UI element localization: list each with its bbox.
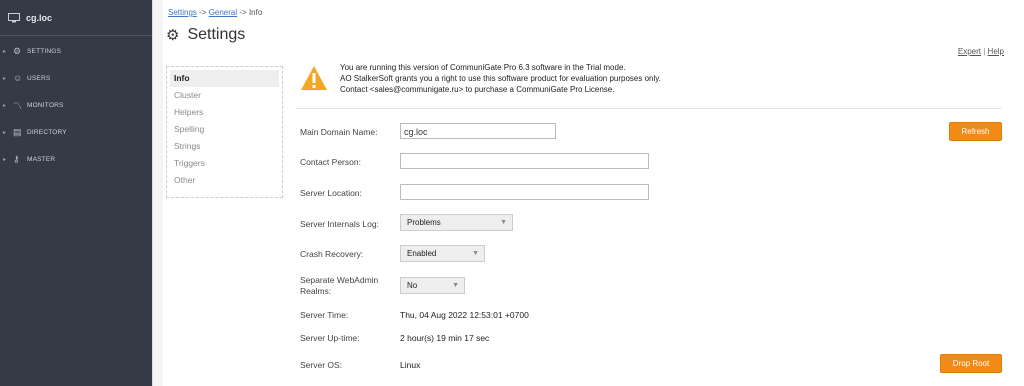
breadcrumb-general-link[interactable]: General xyxy=(209,8,237,17)
drop-root-button[interactable]: Drop Root xyxy=(940,354,1002,373)
tab-helpers[interactable]: Helpers xyxy=(167,104,282,121)
contact-person-label: Contact Person: xyxy=(300,157,361,167)
sidebar-host[interactable]: cg.loc xyxy=(0,0,152,36)
chevron-right-icon: ▸ xyxy=(3,75,7,82)
main-domain-label: Main Domain Name: xyxy=(300,127,378,137)
main-domain-input[interactable]: cg.loc xyxy=(400,123,556,139)
tab-other[interactable]: Other xyxy=(167,172,282,189)
sidebar-host-label: cg.loc xyxy=(26,12,53,23)
directory-icon: ▤ xyxy=(13,126,22,137)
sidebar-item-label: USERS xyxy=(27,74,51,82)
internals-log-label: Server Internals Log: xyxy=(300,219,379,229)
main-content: Settings -> General -> Info ⚙ Settings E… xyxy=(162,0,1024,386)
uptime-label: Server Up-time: xyxy=(300,333,360,343)
notice-line-1: You are running this version of CommuniG… xyxy=(340,63,626,72)
key-icon: ⚷ xyxy=(13,153,20,164)
server-os-value: Linux xyxy=(400,360,421,370)
breadcrumb-separator: -> xyxy=(196,8,209,17)
internals-log-select[interactable]: Problems ▼ xyxy=(400,214,513,231)
crash-recovery-label: Crash Recovery: xyxy=(300,249,364,259)
page-title-text: Settings xyxy=(187,26,246,43)
chevron-right-icon: ▸ xyxy=(3,156,7,163)
separate-realms-label: Separate WebAdmin Realms: xyxy=(300,275,378,297)
caret-down-icon: ▼ xyxy=(500,219,507,226)
warning-icon xyxy=(301,66,327,90)
sidebar-item-label: MONITORS xyxy=(27,101,64,109)
sidebar: cg.loc ▸ ⚙ SETTINGS ▸ ☺ USERS ▸ 〽 MONITO… xyxy=(0,0,152,386)
chart-icon: 〽 xyxy=(13,100,23,111)
caret-down-icon: ▼ xyxy=(452,282,459,289)
tab-spelling[interactable]: Spelling xyxy=(167,121,282,138)
separate-realms-label-line-1: Separate WebAdmin xyxy=(300,275,379,285)
sidebar-item-monitors[interactable]: ▸ 〽 MONITORS xyxy=(0,97,152,113)
tab-triggers[interactable]: Triggers xyxy=(167,155,282,172)
chevron-right-icon: ▸ xyxy=(3,48,7,55)
tab-cluster[interactable]: Cluster xyxy=(167,87,282,104)
server-location-input[interactable] xyxy=(400,184,649,200)
sidebar-item-directory[interactable]: ▸ ▤ DIRECTORY xyxy=(0,124,152,140)
monitor-icon xyxy=(8,12,20,22)
settings-tabs: Info Cluster Helpers Spelling Strings Tr… xyxy=(166,66,283,198)
chevron-right-icon: ▸ xyxy=(3,129,7,136)
notice-line-2: AO StalkerSoft grants you a right to use… xyxy=(340,74,661,83)
expert-link[interactable]: Expert xyxy=(958,47,981,56)
page-title: ⚙ Settings xyxy=(166,26,245,44)
crash-recovery-select[interactable]: Enabled ▼ xyxy=(400,245,485,262)
server-location-label: Server Location: xyxy=(300,188,362,198)
help-links: Expert | Help xyxy=(958,47,1004,56)
sidebar-item-label: SETTINGS xyxy=(27,47,62,55)
sidebar-item-label: DIRECTORY xyxy=(27,128,67,136)
internals-log-value: Problems xyxy=(407,218,441,227)
tab-strings[interactable]: Strings xyxy=(167,138,282,155)
caret-down-icon: ▼ xyxy=(472,250,479,257)
sidebar-item-users[interactable]: ▸ ☺ USERS xyxy=(0,70,152,86)
sidebar-item-master[interactable]: ▸ ⚷ MASTER xyxy=(0,151,152,167)
breadcrumb: Settings -> General -> Info xyxy=(168,8,262,17)
sidebar-item-settings[interactable]: ▸ ⚙ SETTINGS xyxy=(0,43,152,59)
help-link[interactable]: Help xyxy=(988,47,1004,56)
user-icon: ☺ xyxy=(13,73,23,83)
server-os-label: Server OS: xyxy=(300,360,343,370)
gear-icon: ⚙ xyxy=(13,45,22,56)
sidebar-item-label: MASTER xyxy=(27,155,56,163)
server-time-label: Server Time: xyxy=(300,310,349,320)
contact-person-input[interactable] xyxy=(400,153,649,169)
trial-notice: You are running this version of CommuniG… xyxy=(296,62,1002,109)
separate-realms-value: No xyxy=(407,281,418,290)
crash-recovery-value: Enabled xyxy=(407,249,437,258)
chevron-right-icon: ▸ xyxy=(3,102,7,109)
separate-realms-select[interactable]: No ▼ xyxy=(400,277,465,294)
separate-realms-label-line-2: Realms: xyxy=(300,286,332,296)
refresh-button[interactable]: Refresh xyxy=(949,122,1002,141)
notice-line-3: Contact <sales@communigate.ru> to purcha… xyxy=(340,85,615,94)
server-time-value: Thu, 04 Aug 2022 12:53:01 +0700 xyxy=(400,310,529,320)
gear-icon: ⚙ xyxy=(166,27,180,44)
breadcrumb-settings-link[interactable]: Settings xyxy=(168,8,197,17)
uptime-value: 2 hour(s) 19 min 17 sec xyxy=(400,333,490,343)
breadcrumb-current: -> Info xyxy=(237,8,263,17)
tab-info[interactable]: Info xyxy=(170,70,279,87)
